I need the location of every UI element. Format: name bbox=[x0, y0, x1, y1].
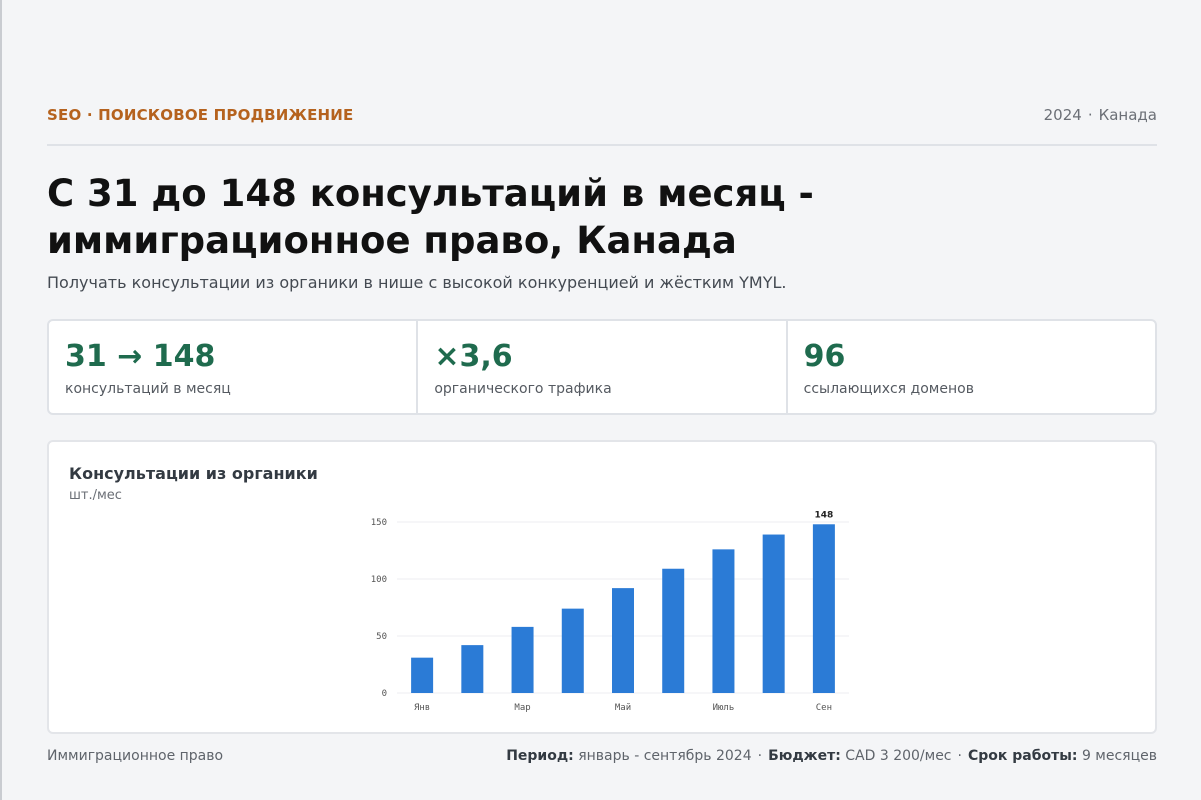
stat-value: ×3,6 bbox=[434, 339, 513, 374]
stat-label: органического трафика bbox=[434, 381, 612, 397]
bar bbox=[511, 626, 534, 693]
x-tick-label: Май bbox=[615, 703, 631, 713]
stat-value: 31 → 148 bbox=[65, 339, 216, 374]
page-title: С 31 до 148 консультаций в месяц - иммиг… bbox=[47, 172, 814, 262]
duration-label: Срок работы: bbox=[967, 748, 1078, 764]
stat-domains: 96 ссылающихся доменов bbox=[788, 321, 1155, 413]
footer-separator: · bbox=[957, 748, 962, 764]
country-label: Канада bbox=[1098, 106, 1157, 124]
category-kicker: SEO · ПОИСКОВОЕ ПРОДВИЖЕНИЕ bbox=[47, 106, 354, 124]
chart-card: Консультации из органики шт./мес 0 50 100 1… bbox=[47, 440, 1157, 734]
footer-niche: Иммиграционное право bbox=[47, 748, 224, 764]
stat-consultations: 31 → 148 консультаций в месяц bbox=[49, 321, 419, 413]
data-label: 148 bbox=[814, 510, 833, 520]
bar bbox=[762, 534, 785, 693]
y-tick-label: 0 bbox=[382, 689, 387, 699]
y-tick-label: 50 bbox=[376, 632, 387, 642]
period-label: Период: bbox=[506, 748, 574, 764]
meta-separator: · bbox=[1087, 106, 1093, 124]
bar bbox=[712, 549, 735, 693]
period-value: январь - сентябрь 2024 bbox=[578, 748, 752, 764]
bar bbox=[561, 608, 584, 693]
x-tick-label: Июль bbox=[713, 703, 735, 713]
y-tick-label: 100 bbox=[371, 575, 387, 585]
x-tick-label: Мар bbox=[514, 703, 530, 713]
top-bar: SEO · ПОИСКОВОЕ ПРОДВИЖЕНИЕ 2024 · Канада bbox=[47, 104, 1157, 146]
stat-traffic: ×3,6 органического трафика bbox=[418, 321, 788, 413]
bar bbox=[411, 657, 434, 693]
x-tick-label: Сен bbox=[816, 703, 832, 713]
x-tick-label: Янв bbox=[414, 703, 430, 713]
bar bbox=[662, 568, 685, 693]
duration-value: 9 месяцев bbox=[1081, 748, 1157, 764]
meta-info: 2024 · Канада bbox=[1044, 106, 1157, 124]
stat-label: ссылающихся доменов bbox=[803, 381, 974, 397]
year-label: 2024 bbox=[1043, 106, 1082, 124]
bar-chart: 0 50 100 150 Янв Мар Май Июль Сен 148 bbox=[371, 510, 849, 713]
stat-label: консультаций в месяц bbox=[65, 381, 231, 397]
stat-value: 96 bbox=[803, 339, 846, 374]
budget-value: CAD 3 200/мес bbox=[845, 748, 952, 764]
bar bbox=[461, 645, 484, 693]
footer-details: Период: январь - сентябрь 2024 · Бюджет: C… bbox=[506, 748, 1157, 764]
footer-separator: · bbox=[757, 748, 763, 764]
bar bbox=[812, 524, 835, 693]
stats-panel: 31 → 148 консультаций в месяц ×3,6 орган… bbox=[47, 319, 1157, 415]
page-subtitle: Получать консультации из органики в нише… bbox=[47, 273, 787, 292]
y-tick-label: 150 bbox=[371, 518, 387, 528]
budget-label: Бюджет: bbox=[768, 748, 841, 764]
bar bbox=[612, 588, 634, 693]
